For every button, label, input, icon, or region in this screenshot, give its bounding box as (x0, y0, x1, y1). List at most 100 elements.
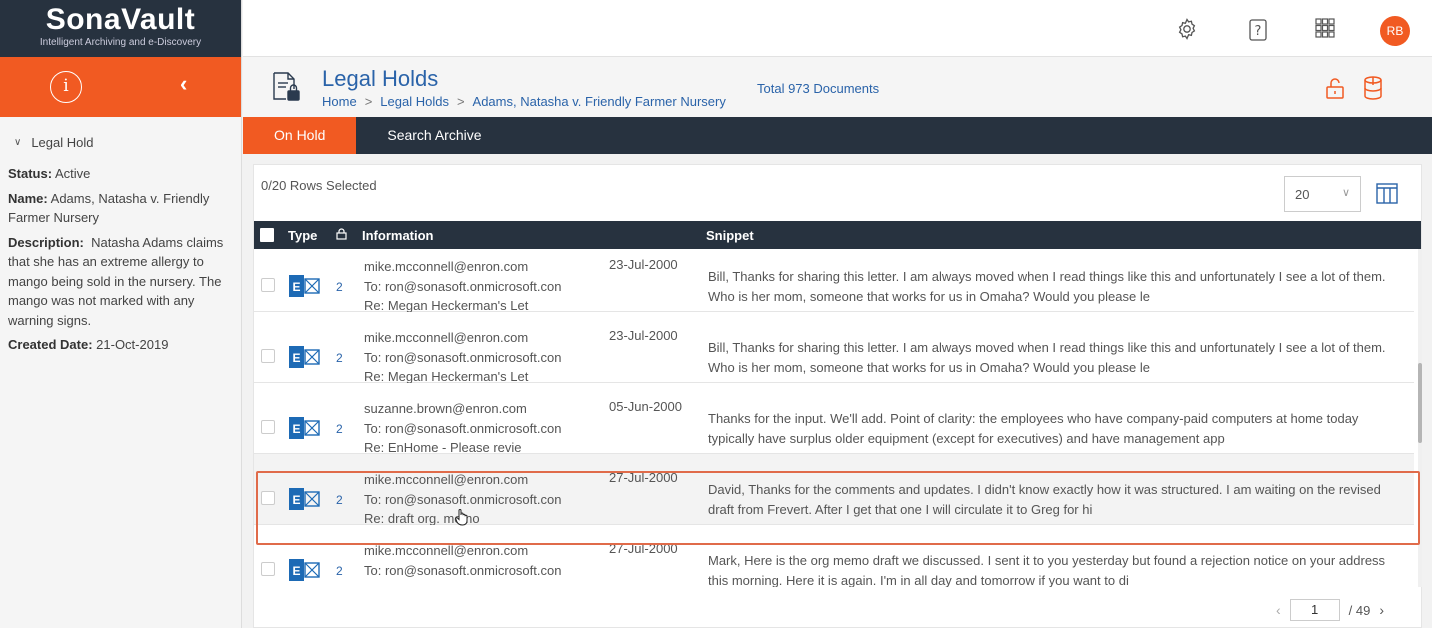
description-label: Description: (8, 234, 84, 250)
apps-grid-icon[interactable] (1313, 17, 1337, 41)
select-all-checkbox[interactable] (260, 228, 274, 242)
chevron-down-icon: ∨ (1341, 187, 1350, 199)
email-to: To: ron@sonasoft.onmicrosoft.con (364, 278, 562, 294)
snippet-line: Bill, Thanks for sharing this letter. I … (708, 340, 1386, 355)
email-snippet: David, Thanks for the comments and updat… (708, 480, 1408, 520)
collapse-sidebar-icon[interactable]: ‹ (180, 71, 187, 97)
status-value: Active (54, 166, 91, 181)
email-snippet: Mark, Here is the org memo draft we disc… (708, 551, 1408, 587)
page-number-input[interactable]: 1 (1289, 599, 1340, 621)
status-label: Status: (8, 166, 53, 181)
snippet-line: Who is her mom, someone that works for u… (708, 289, 1150, 304)
info-icon[interactable]: i (50, 71, 82, 103)
settings-gear-icon[interactable] (1175, 17, 1199, 41)
breadcrumb-home[interactable]: Home (322, 94, 357, 109)
svg-text:?: ? (1255, 24, 1262, 39)
lock-icon (336, 228, 347, 243)
table-body: E 2 mike.mcconnell@enron.com To: ron@sonaso… (254, 249, 1421, 587)
breadcrumb-current-hold: Adams, Natasha v. Friendly Farmer Nurser… (472, 94, 726, 109)
email-information[interactable]: mike.mcconnell@enron.com To: ron@sonasoft… (364, 257, 561, 316)
help-icon[interactable]: ? (1246, 17, 1270, 41)
email-to: To: ron@sonasoft.onmicrosoft.con (364, 420, 562, 436)
tab-search-archive[interactable]: Search Archive (356, 117, 512, 154)
legal-hold-heading: Legal Hold (31, 135, 94, 150)
next-page-icon[interactable]: › (1379, 602, 1384, 618)
description-row: Description: Natasha Adams claims that s… (8, 233, 233, 331)
attachment-count: 2 (336, 493, 343, 507)
email-information[interactable]: suzanne.brown@enron.com To: ron@sonasoft.… (364, 399, 561, 458)
table-row[interactable]: E 2 mike.mcconnell@enron.com To: ron@sonaso… (254, 454, 1414, 526)
email-from: suzanne.brown@enron.com (364, 401, 527, 416)
breadcrumb-separator: > (364, 94, 373, 109)
breadcrumb-separator: > (456, 94, 465, 109)
email-information[interactable]: mike.mcconnell@enron.com To: ron@sonasoft… (364, 328, 561, 387)
breadcrumb: Home > Legal Holds > Adams, Natasha v. F… (322, 94, 726, 109)
column-chooser-icon[interactable] (1375, 181, 1399, 205)
row-checkbox[interactable] (261, 562, 275, 576)
svg-text:E: E (292, 280, 300, 294)
email-date: 27-Jul-2000 (609, 541, 678, 556)
row-checkbox[interactable] (261, 491, 275, 505)
brand-name: SonaVault (45, 3, 196, 36)
exchange-email-icon: E (289, 488, 320, 510)
legal-hold-section: ∨ Legal Hold (0, 117, 241, 150)
left-sidebar: SonaVault Intelligent Archiving and e-Di… (0, 0, 242, 628)
table-header: Type Information Snippet (254, 221, 1421, 249)
row-checkbox[interactable] (261, 278, 275, 292)
table-row[interactable]: E 2 mike.mcconnell@enron.com To: ron@sonaso… (254, 312, 1414, 384)
attachment-count: 2 (336, 564, 343, 578)
email-date: 23-Jul-2000 (609, 257, 678, 272)
snippet-line: David, Thanks for the comments and updat… (708, 482, 1381, 497)
snippet-line: Bill, Thanks for sharing this letter. I … (708, 269, 1386, 284)
created-date-row: Created Date: 21-Oct-2019 (8, 335, 233, 355)
email-information[interactable]: mike.mcconnell@enron.com To: ron@sonasoft… (364, 541, 561, 580)
snippet-line: Mark, Here is the org memo draft we disc… (708, 553, 1386, 568)
legal-hold-toggle[interactable]: ∨ Legal Hold (14, 135, 241, 150)
email-date: 27-Jul-2000 (609, 470, 678, 485)
snippet-line: Who is her mom, someone that works for u… (708, 360, 1150, 375)
table-row[interactable]: E 2 mike.mcconnell@enron.com To: ron@sonaso… (254, 525, 1414, 587)
scrollbar-thumb[interactable] (1418, 363, 1422, 443)
row-checkbox[interactable] (261, 349, 275, 363)
exchange-email-icon: E (289, 559, 320, 581)
breadcrumb-legal-holds[interactable]: Legal Holds (380, 94, 449, 109)
created-date-label: Created Date: (8, 337, 93, 352)
email-to: To: ron@sonasoft.onmicrosoft.con (364, 349, 562, 365)
release-hold-unlock-icon[interactable] (1324, 76, 1346, 100)
export-archive-icon[interactable] (1362, 75, 1384, 101)
row-checkbox[interactable] (261, 420, 275, 434)
page-header: Legal Holds Home > Legal Holds > Adams, … (243, 57, 1432, 117)
page-size-select[interactable]: 20 ∨ (1284, 176, 1361, 212)
total-pages: / 49 (1348, 602, 1371, 618)
brand-tagline: Intelligent Archiving and e-Discovery (39, 37, 202, 48)
user-avatar[interactable]: RB (1380, 16, 1410, 46)
attachment-count: 2 (336, 422, 343, 436)
email-from: mike.mcconnell@enron.com (364, 330, 529, 345)
table-scrollbar[interactable] (1418, 249, 1422, 587)
header-information[interactable]: Information (362, 228, 434, 243)
snippet-line: draft from Frevert. After I get that one… (708, 502, 1093, 517)
name-row: Name: Adams, Natasha v. Friendly Farmer … (8, 189, 233, 228)
svg-text:E: E (292, 493, 300, 507)
email-to: To: ron@sonasoft.onmicrosoft.con (364, 562, 562, 578)
table-row[interactable]: E 2 suzanne.brown@enron.com To: ron@sonasof… (254, 383, 1414, 455)
attachment-count: 2 (336, 351, 343, 365)
attachment-count: 2 (336, 280, 343, 294)
tab-on-hold[interactable]: On Hold (243, 117, 357, 154)
email-to: To: ron@sonasoft.onmicrosoft.con (364, 491, 562, 507)
documents-panel: 0/20 Rows Selected 20 ∨ Type Information… (253, 164, 1422, 628)
top-bar: ? RB (243, 0, 1432, 57)
email-from: mike.mcconnell@enron.com (364, 259, 529, 274)
header-type[interactable]: Type (288, 228, 317, 243)
header-snippet[interactable]: Snippet (706, 228, 754, 243)
exchange-email-icon: E (289, 417, 320, 439)
table-row[interactable]: E 2 mike.mcconnell@enron.com To: ron@sonaso… (254, 249, 1414, 313)
email-snippet: Bill, Thanks for sharing this letter. I … (708, 338, 1408, 378)
rows-selected-count: 0/20 Rows Selected (261, 178, 377, 193)
svg-text:E: E (292, 351, 300, 365)
tab-bar: On Hold Search Archive (243, 117, 1432, 154)
svg-text:E: E (292, 422, 300, 436)
exchange-email-icon: E (289, 346, 320, 368)
prev-page-icon[interactable]: ‹ (1276, 602, 1281, 618)
legal-hold-details: Status: Active Name: Adams, Natasha v. F… (0, 150, 241, 355)
